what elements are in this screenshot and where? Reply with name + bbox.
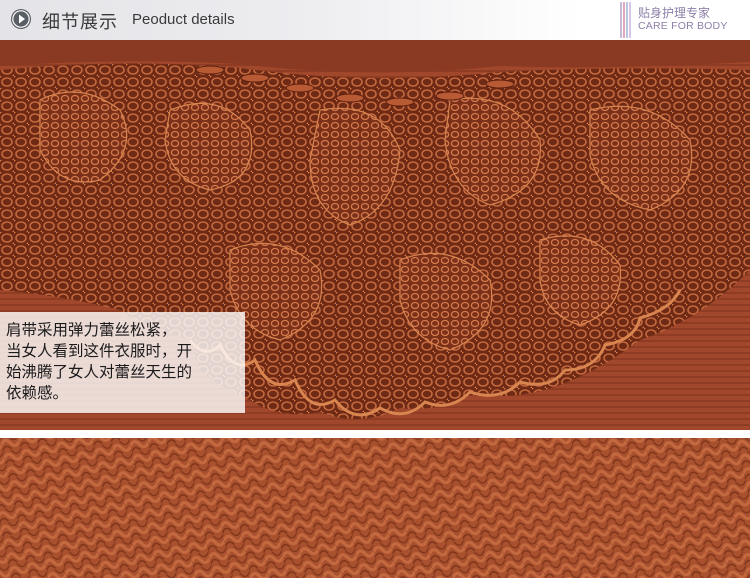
play-circle-icon xyxy=(11,9,31,29)
brand-stripes-icon xyxy=(620,2,631,38)
knit-fabric-image xyxy=(0,438,750,578)
section-header: 细节展示 Peoduct details 贴身护理专家 CARE FOR BOD… xyxy=(0,0,750,40)
brand-name-en: CARE FOR BODY xyxy=(638,20,728,32)
section-title-cn: 细节展示 xyxy=(42,12,118,33)
brand-name-cn: 贴身护理专家 xyxy=(638,6,711,20)
caption-text: 肩带采用弹力蕾丝松紧， 当女人看到这件衣服时，开 始沸腾了女人对蕾丝天生的 依赖… xyxy=(6,321,193,402)
lace-detail-photo: 肩带采用弹力蕾丝松紧， 当女人看到这件衣服时，开 始沸腾了女人对蕾丝天生的 依赖… xyxy=(0,40,750,430)
caption-box: 肩带采用弹力蕾丝松紧， 当女人看到这件衣服时，开 始沸腾了女人对蕾丝天生的 依赖… xyxy=(0,312,245,413)
section-title-en: Peoduct details xyxy=(132,11,235,28)
knit-detail-photo xyxy=(0,438,750,578)
